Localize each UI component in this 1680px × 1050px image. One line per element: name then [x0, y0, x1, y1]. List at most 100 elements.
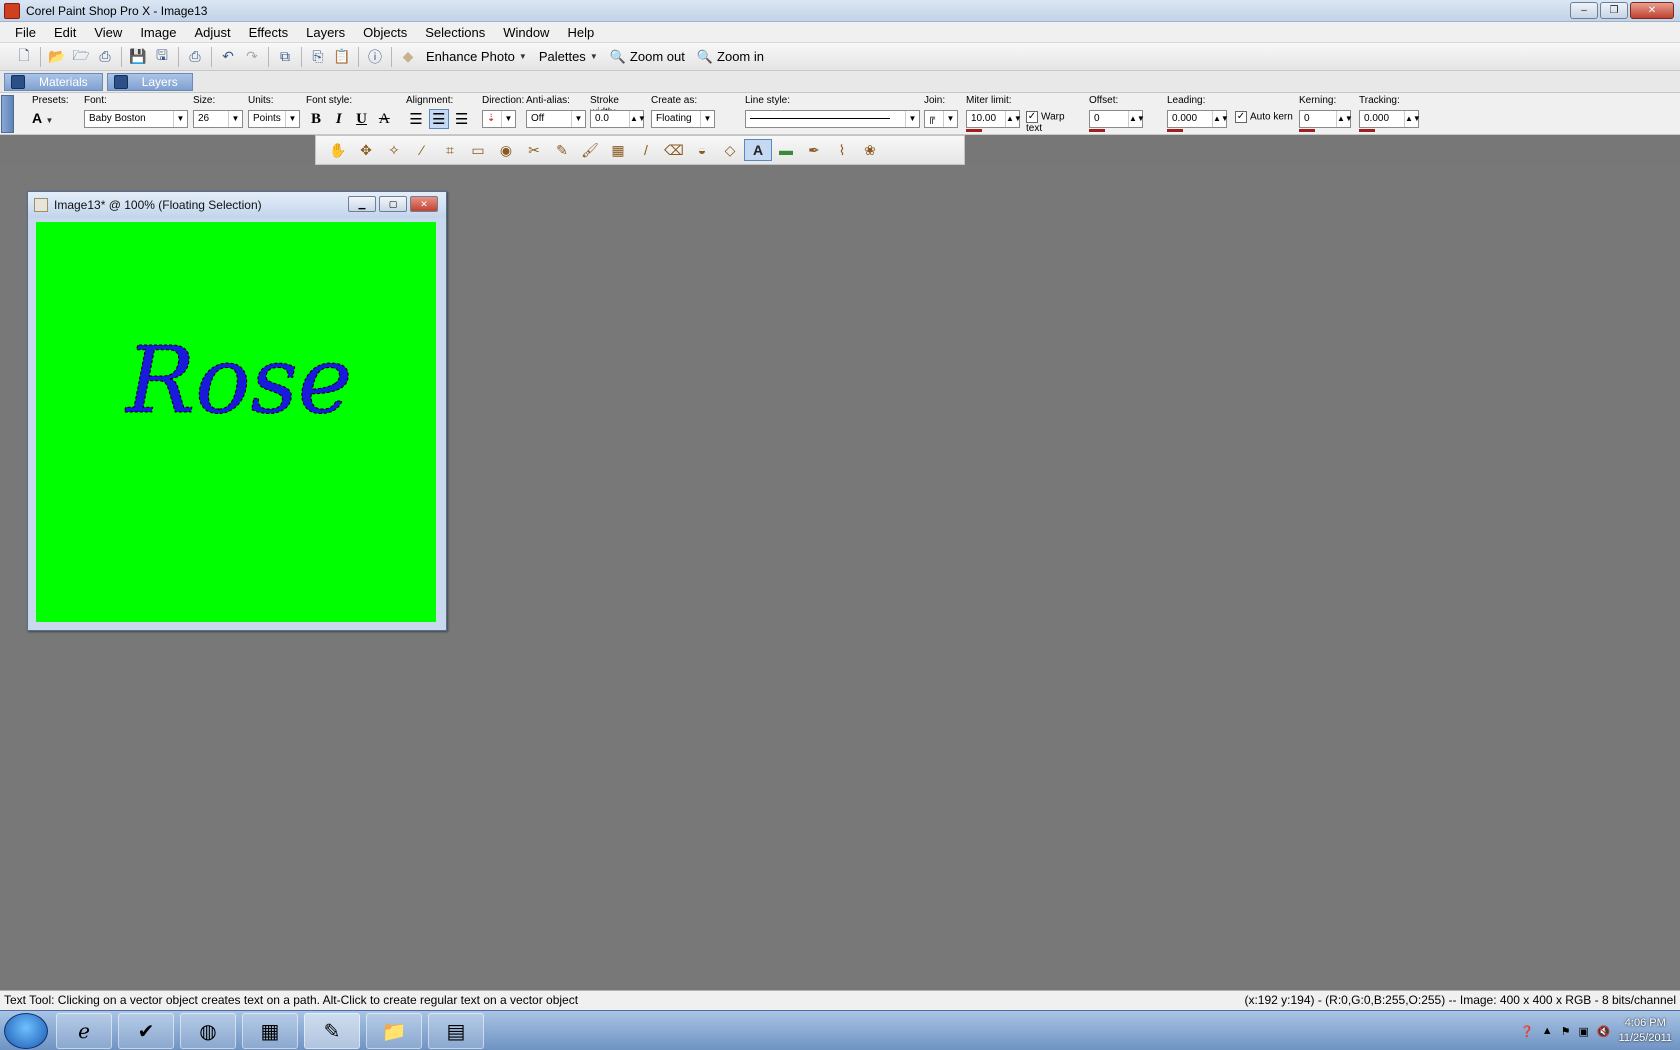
new-file-icon[interactable]: 🗋 [14, 47, 34, 67]
fill-tool-icon[interactable]: ◒ [688, 139, 716, 161]
bold-button[interactable]: B [306, 109, 326, 129]
resize-icon[interactable]: ⧉ [275, 47, 295, 67]
move-tool-icon[interactable]: ✥ [352, 139, 380, 161]
copy-icon[interactable]: ⎘ [308, 47, 328, 67]
smudge-icon[interactable]: / [632, 139, 660, 161]
font-dropdown[interactable]: Baby Boston ▼ [84, 110, 188, 128]
crop-tool-icon[interactable]: ⌗ [436, 139, 464, 161]
menu-help[interactable]: Help [558, 22, 603, 43]
learning-center-icon[interactable]: ◆ [398, 47, 418, 67]
firefox-taskbar-icon[interactable]: ◍ [180, 1013, 236, 1049]
materials-palette-tab[interactable]: Materials [4, 72, 103, 91]
paintshop-taskbar-icon[interactable]: ✎ [304, 1013, 360, 1049]
scan-icon[interactable]: ⎙ [95, 47, 115, 67]
zoom-out-button[interactable]: 🔍 Zoom out [604, 49, 691, 65]
volume-muted-icon[interactable]: 🔇 [1597, 1025, 1611, 1038]
dropper-icon[interactable]: ⁄ [408, 139, 436, 161]
menu-view[interactable]: View [85, 22, 131, 43]
offset-spinner[interactable]: 0 ▲▼ [1089, 110, 1145, 128]
menu-layers[interactable]: Layers [297, 22, 354, 43]
menu-image[interactable]: Image [131, 22, 185, 43]
paste-icon[interactable]: 📋 [332, 47, 352, 67]
print-icon[interactable]: ⎙ [185, 47, 205, 67]
close-button[interactable]: ✕ [1630, 2, 1674, 19]
save-as-icon[interactable]: 🖫 [152, 47, 172, 67]
help-tray-icon[interactable]: ❓ [1520, 1025, 1534, 1038]
redo-icon[interactable]: ↷ [242, 47, 262, 67]
align-center-icon[interactable]: ☰ [428, 109, 449, 129]
palettes-button[interactable]: Palettes ▼ [533, 49, 604, 64]
auto-kern-checkbox[interactable]: ✓ [1235, 111, 1247, 123]
floating-text[interactable]: Rose [124, 327, 353, 435]
pan-tool-icon[interactable]: ✋ [324, 139, 352, 161]
menu-file[interactable]: File [6, 22, 45, 43]
open-icon[interactable]: 📂 [47, 47, 67, 67]
info-icon[interactable]: ⓘ [365, 47, 385, 67]
clone-brush-icon[interactable]: ✎ [548, 139, 576, 161]
text-tool-icon[interactable]: A [744, 139, 772, 161]
image-minimize-button[interactable]: ▁ [348, 196, 376, 212]
join-dropdown[interactable]: ╔ ▼ [924, 110, 958, 128]
tracking-spinner[interactable]: 0.000 ▲▼ [1359, 110, 1421, 128]
paint-brush-icon[interactable]: 🖌 [576, 139, 604, 161]
size-dropdown[interactable]: 26 ▼ [193, 110, 243, 128]
undo-icon[interactable]: ↶ [218, 47, 238, 67]
italic-button[interactable]: I [329, 109, 349, 129]
underline-button[interactable]: U [352, 109, 372, 129]
menu-objects[interactable]: Objects [354, 22, 416, 43]
menu-adjust[interactable]: Adjust [185, 22, 239, 43]
image-close-button[interactable]: ✕ [410, 196, 438, 212]
maximize-button[interactable]: ❐ [1600, 2, 1628, 19]
makeover-tool-icon[interactable]: ✂ [520, 139, 548, 161]
save-icon[interactable]: 💾 [128, 47, 148, 67]
miter-limit-spinner[interactable]: 10.00 ▲▼ [966, 110, 1022, 128]
layers-palette-tab[interactable]: Layers [106, 72, 193, 91]
ie-taskbar-icon[interactable]: ℯ [56, 1013, 112, 1049]
lighten-darken-icon[interactable]: ▦ [604, 139, 632, 161]
menu-window[interactable]: Window [494, 22, 558, 43]
antialias-dropdown[interactable]: Off ▼ [526, 110, 586, 128]
menu-selections[interactable]: Selections [416, 22, 494, 43]
picture-tube-icon[interactable]: ❀ [856, 139, 884, 161]
network-icon[interactable]: ▣ [1578, 1025, 1588, 1038]
clock[interactable]: 4:06 PM 11/25/2011 [1619, 1016, 1672, 1046]
create-as-dropdown[interactable]: Floating ▼ [651, 110, 715, 128]
zoom-in-button[interactable]: 🔍 Zoom in [691, 49, 770, 65]
image-maximize-button[interactable]: ▢ [379, 196, 407, 212]
pen-tool-icon[interactable]: ✒ [800, 139, 828, 161]
align-left-icon[interactable]: ☰ [406, 110, 426, 130]
image-canvas[interactable]: Rose [36, 222, 436, 622]
eraser-icon[interactable]: ⌫ [660, 139, 688, 161]
browse-icon[interactable]: 🗁 [71, 47, 91, 67]
magic-wand-icon[interactable]: ✧ [380, 139, 408, 161]
selection-tool-icon[interactable]: ▭ [464, 139, 492, 161]
align-right-icon[interactable]: ☰ [452, 110, 472, 130]
kerning-spinner[interactable]: 0 ▲▼ [1299, 110, 1353, 128]
enhance-photo-button[interactable]: Enhance Photo ▼ [420, 49, 533, 64]
leading-spinner[interactable]: 0.000 ▲▼ [1167, 110, 1229, 128]
show-hidden-icons[interactable]: ▲ [1542, 1025, 1553, 1037]
strikethrough-button[interactable]: A [374, 109, 394, 129]
start-button[interactable] [4, 1013, 48, 1049]
tracking-group: Tracking: 0.000 ▲▼ [1359, 95, 1421, 132]
options-grip[interactable] [1, 95, 14, 133]
menu-edit[interactable]: Edit [45, 22, 85, 43]
layers-icon [113, 74, 128, 89]
flag-icon[interactable]: ⚑ [1561, 1025, 1571, 1038]
presets-button[interactable]: A ▼ [32, 110, 69, 126]
media-taskbar-icon[interactable]: ▦ [242, 1013, 298, 1049]
warp-text-checkbox[interactable]: ✓ [1026, 111, 1038, 123]
explorer-taskbar-icon[interactable]: 📁 [366, 1013, 422, 1049]
red-eye-icon[interactable]: ◉ [492, 139, 520, 161]
units-dropdown[interactable]: Points ▼ [248, 110, 300, 128]
minimize-button[interactable]: – [1570, 2, 1598, 19]
stroke-width-spinner[interactable]: 0.0 ▲▼ [590, 110, 646, 128]
app-taskbar-icon[interactable]: ✔ [118, 1013, 174, 1049]
menu-effects[interactable]: Effects [240, 22, 298, 43]
line-style-dropdown[interactable]: ▼ [745, 110, 920, 128]
background-eraser-icon[interactable]: ◇ [716, 139, 744, 161]
direction-dropdown[interactable]: ⇣ ▼ [482, 110, 516, 128]
shape-tool-icon[interactable]: ▬ [772, 139, 800, 161]
notepad-taskbar-icon[interactable]: ▤ [428, 1013, 484, 1049]
warp-brush-icon[interactable]: ⌇ [828, 139, 856, 161]
